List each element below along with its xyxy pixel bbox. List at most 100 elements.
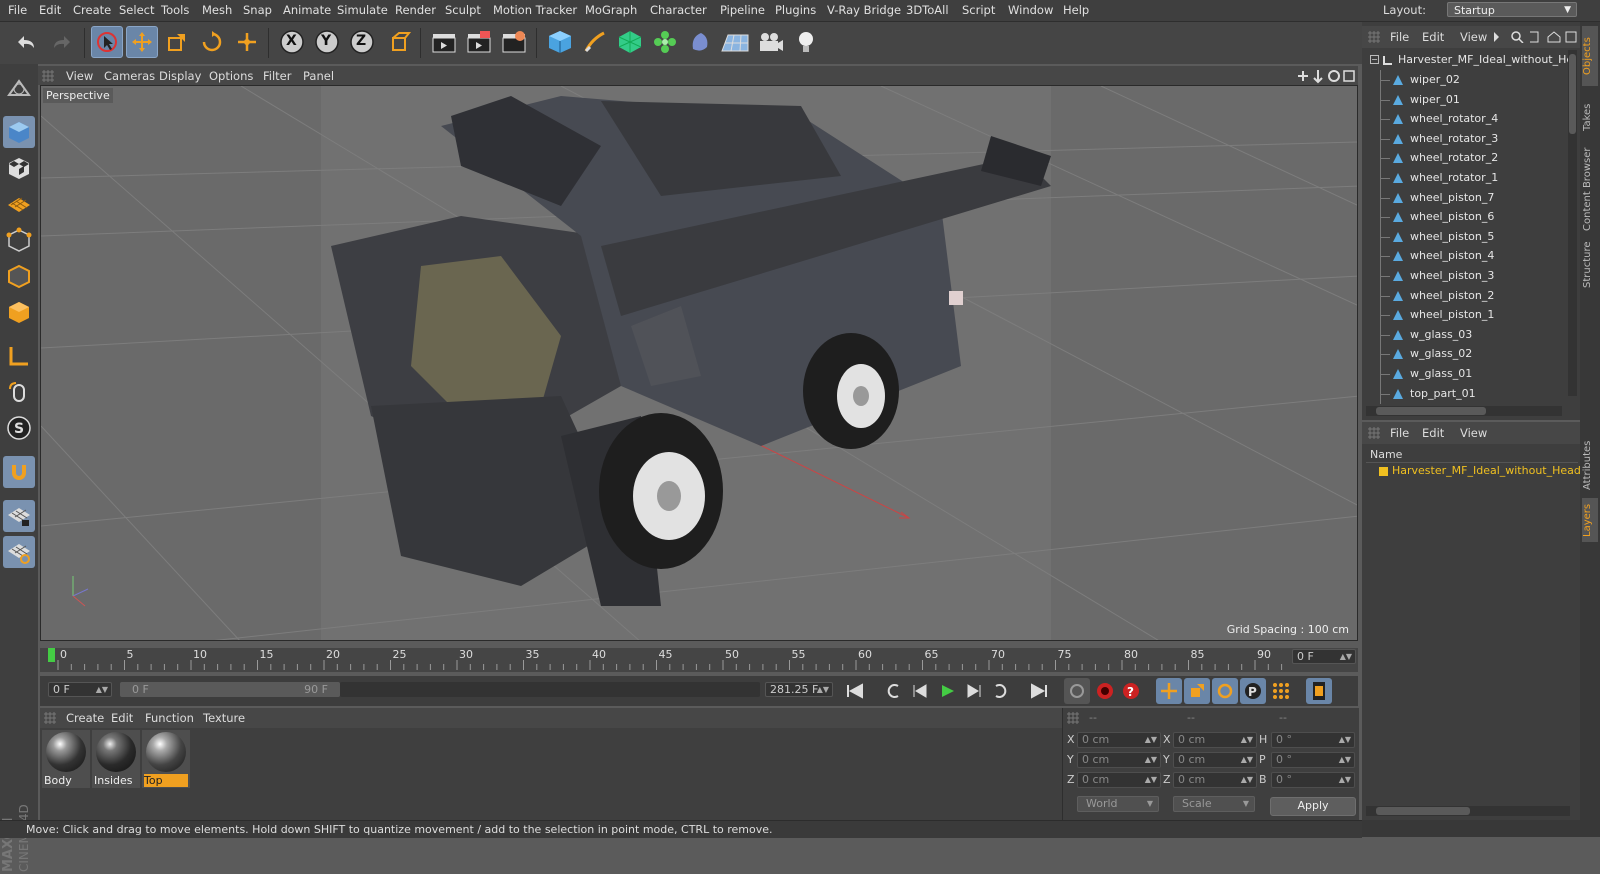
- layers-menu-view[interactable]: View: [1460, 426, 1487, 440]
- redo-button[interactable]: [46, 26, 78, 58]
- floor-button[interactable]: [719, 26, 751, 58]
- object-row[interactable]: wiper_01: [1370, 89, 1566, 110]
- object-row[interactable]: wheel_rotator_3: [1370, 128, 1566, 149]
- position-y-field[interactable]: 0 cm ▲▼: [1077, 752, 1161, 768]
- material-swatch-body[interactable]: Body: [42, 730, 90, 788]
- viewport-menu-filter[interactable]: Filter: [263, 69, 291, 83]
- record-position-button[interactable]: [1156, 678, 1182, 704]
- model-mode-button[interactable]: [3, 116, 35, 148]
- render-view-button[interactable]: [428, 26, 460, 58]
- polygons-mode-button[interactable]: [3, 296, 35, 328]
- object-row[interactable]: wiper_02: [1370, 70, 1566, 90]
- tab-attributes[interactable]: Attributes: [1582, 434, 1598, 496]
- tab-layers[interactable]: Layers: [1582, 498, 1598, 542]
- objects-menu-view[interactable]: View: [1460, 30, 1487, 44]
- menu-select[interactable]: Select: [119, 3, 154, 17]
- object-row[interactable]: wheel_piston_7: [1370, 187, 1566, 208]
- object-row[interactable]: wheel_rotator_4: [1370, 109, 1566, 130]
- render-picture-viewer-button[interactable]: [463, 26, 495, 58]
- render-settings-button[interactable]: [498, 26, 530, 58]
- material-swatch-insides[interactable]: Insides: [92, 730, 140, 788]
- lock-workplane-button[interactable]: [3, 500, 35, 532]
- menu-mesh[interactable]: Mesh: [202, 3, 232, 17]
- object-manager-tool-icons[interactable]: [1494, 31, 1578, 43]
- menu-edit[interactable]: Edit: [39, 3, 61, 17]
- mograph-cloner-button[interactable]: [649, 26, 681, 58]
- planar-workplane-button[interactable]: [3, 536, 35, 568]
- x-axis-button[interactable]: X: [276, 26, 308, 58]
- objects-menu-file[interactable]: File: [1390, 30, 1409, 44]
- end-frame-field[interactable]: 281.25 F ▲▼: [765, 682, 833, 697]
- object-row[interactable]: wheel_piston_5: [1370, 226, 1566, 247]
- menu-create[interactable]: Create: [73, 3, 111, 17]
- menu-motion-tracker[interactable]: Motion Tracker: [493, 3, 577, 17]
- tab-structure[interactable]: Structure: [1582, 238, 1598, 292]
- record-parameter-button[interactable]: P: [1240, 678, 1266, 704]
- solo-button[interactable]: S: [3, 412, 35, 444]
- viewport-menu-cameras[interactable]: Cameras: [104, 69, 155, 83]
- menu-snap[interactable]: Snap: [243, 3, 272, 17]
- object-manager-vertical-scrollbar[interactable]: [1568, 50, 1577, 396]
- record-point-level-button[interactable]: [1268, 678, 1294, 704]
- start-frame-field[interactable]: 0 F ▲▼: [48, 682, 112, 697]
- y-axis-button[interactable]: Y: [311, 26, 343, 58]
- menu-character[interactable]: Character: [650, 3, 707, 17]
- menu-window[interactable]: Window: [1008, 3, 1053, 17]
- viewport-menu-panel[interactable]: Panel: [303, 69, 334, 83]
- layer-color-swatch[interactable]: [1379, 467, 1388, 476]
- pen-spline-button[interactable]: [579, 26, 611, 58]
- menu-render[interactable]: Render: [395, 3, 436, 17]
- viewport-menu-options[interactable]: Options: [209, 69, 253, 83]
- menu-simulate[interactable]: Simulate: [337, 3, 388, 17]
- menu-sculpt[interactable]: Sculpt: [445, 3, 481, 17]
- subdivision-button[interactable]: [614, 26, 646, 58]
- material-menu-create[interactable]: Create: [66, 711, 104, 725]
- object-row[interactable]: w_glass_02: [1370, 344, 1566, 365]
- apply-button[interactable]: Apply: [1270, 797, 1356, 816]
- object-row[interactable]: top_part_01: [1370, 383, 1566, 404]
- texture-mode-button[interactable]: [3, 152, 35, 184]
- rotation-h-field[interactable]: 0 ° ▲▼: [1271, 732, 1355, 748]
- menu-script[interactable]: Script: [962, 3, 995, 17]
- object-manager-horizontal-scrollbar[interactable]: [1366, 406, 1562, 416]
- size-z-field[interactable]: 0 cm ▲▼: [1173, 772, 1257, 788]
- tweak-mode-button[interactable]: [3, 376, 35, 408]
- size-x-field[interactable]: 0 cm ▲▼: [1173, 732, 1257, 748]
- edges-mode-button[interactable]: [3, 260, 35, 292]
- material-swatch-top[interactable]: Top: [142, 730, 190, 788]
- object-root-row[interactable]: − Harvester_MF_Ideal_without_He: [1370, 50, 1573, 70]
- rotation-p-field[interactable]: 0 ° ▲▼: [1271, 752, 1355, 768]
- material-menu-edit[interactable]: Edit: [111, 711, 133, 725]
- tab-objects[interactable]: Objects: [1582, 26, 1598, 86]
- menu-vray-bridge[interactable]: V-Ray Bridge: [827, 3, 901, 17]
- viewport-menu-display[interactable]: Display: [159, 69, 201, 83]
- viewport-menu-view[interactable]: View: [66, 69, 93, 83]
- snap-button[interactable]: [3, 456, 35, 488]
- layer-row-harvester[interactable]: Harvester_MF_Ideal_without_Head: [1392, 464, 1581, 477]
- menu-mograph[interactable]: MoGraph: [585, 3, 637, 17]
- transform-tool-button[interactable]: [231, 26, 263, 58]
- coordinate-system-button[interactable]: [383, 26, 415, 58]
- object-row[interactable]: wheel_rotator_1: [1370, 168, 1566, 188]
- material-menu-texture[interactable]: Texture: [203, 711, 245, 725]
- goto-end-button[interactable]: [1026, 678, 1052, 704]
- menu-animate[interactable]: Animate: [283, 3, 331, 17]
- axis-mode-button[interactable]: [3, 340, 35, 372]
- record-keys-button[interactable]: [1064, 678, 1090, 704]
- deformer-button[interactable]: [684, 26, 716, 58]
- material-menu-function[interactable]: Function: [145, 711, 194, 725]
- timeline-end-field[interactable]: 0 F ▲▼: [1292, 649, 1356, 664]
- object-row[interactable]: w_glass_01: [1370, 364, 1566, 384]
- next-key-button[interactable]: [988, 678, 1014, 704]
- live-selection-button[interactable]: [91, 26, 123, 58]
- workplane-mode-button[interactable]: [3, 188, 35, 220]
- layer-manager-horizontal-scrollbar[interactable]: [1366, 806, 1570, 816]
- object-row[interactable]: wheel_piston_6: [1370, 207, 1566, 228]
- position-z-field[interactable]: 0 cm ▲▼: [1077, 772, 1161, 788]
- camera-button[interactable]: [755, 26, 787, 58]
- z-axis-button[interactable]: Z: [346, 26, 378, 58]
- object-row[interactable]: wheel_rotator_2: [1370, 148, 1566, 169]
- menu-help[interactable]: Help: [1063, 3, 1089, 17]
- tab-takes[interactable]: Takes: [1582, 92, 1598, 142]
- keyframe-selection-button[interactable]: ?: [1118, 678, 1144, 704]
